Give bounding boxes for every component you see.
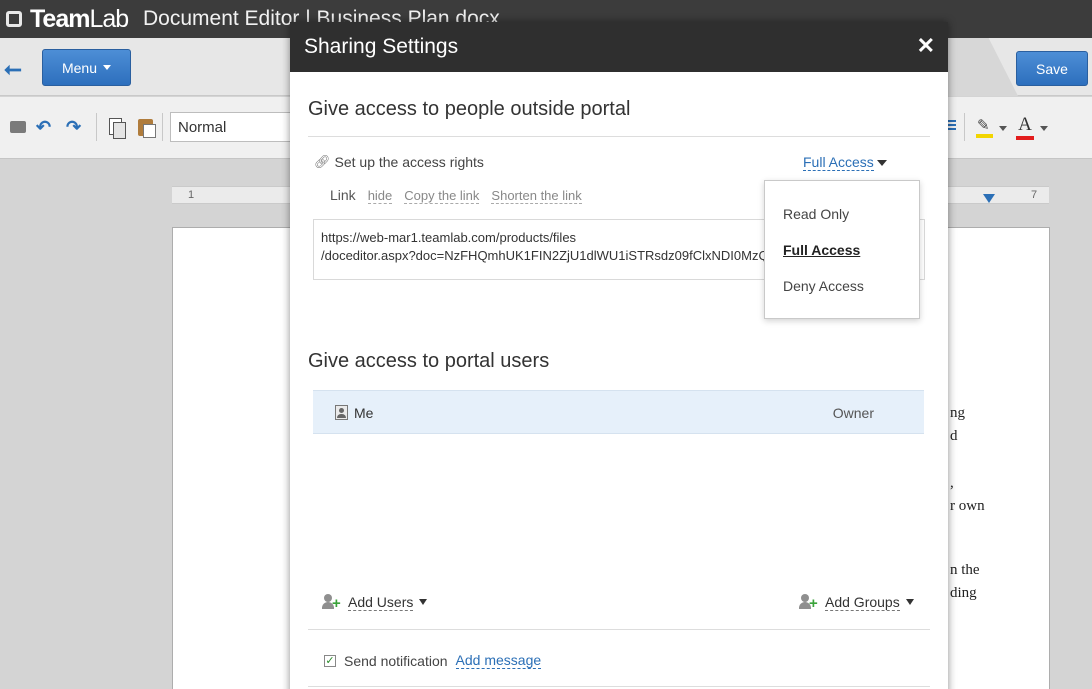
chevron-down-icon: [103, 65, 112, 70]
redo-icon[interactable]: ↷: [66, 117, 86, 137]
portal-access-title: Give access to portal users: [308, 350, 550, 372]
link-icon: 🔗︎: [314, 154, 331, 169]
toolbar-divider: [96, 113, 97, 141]
send-notification-label: Send notification: [344, 652, 448, 669]
user-name: Me: [354, 405, 374, 421]
add-groups-button[interactable]: Add Groups: [825, 594, 900, 611]
back-arrow-icon[interactable]: ⭠: [4, 56, 22, 82]
chevron-down-icon[interactable]: [419, 599, 428, 605]
ruler-label-end: 7: [1031, 189, 1038, 201]
link-label: Link: [330, 187, 356, 203]
chevron-down-icon[interactable]: [877, 160, 887, 166]
copy-icon[interactable]: [106, 117, 126, 139]
close-icon[interactable]: ✕: [917, 33, 935, 59]
ruler-label-start: 1: [188, 189, 195, 201]
option-full-access[interactable]: Full Access: [783, 242, 860, 258]
access-rights-dropdown: Read Only Full Access Deny Access: [764, 180, 920, 319]
chevron-down-icon[interactable]: [905, 599, 914, 605]
access-rights-label: Set up the access rights: [334, 154, 484, 170]
add-user-icon: +: [322, 593, 342, 611]
logo-text-prefix: Team: [30, 4, 90, 33]
option-deny-access[interactable]: Deny Access: [783, 278, 864, 294]
document-text-fragment: r own: [950, 498, 985, 514]
paragraph-style-select[interactable]: Normal: [170, 112, 292, 142]
teamlab-logo: TeamLab: [4, 4, 129, 33]
user-row[interactable]: Me Owner: [313, 390, 924, 434]
font-color-icon[interactable]: A: [1015, 114, 1035, 140]
document-text-fragment: d: [950, 428, 958, 444]
print-icon[interactable]: [8, 117, 28, 137]
teamlab-logo-icon: [4, 9, 24, 29]
menu-button-label: Menu: [61, 59, 98, 76]
send-notification-checkbox[interactable]: ✓: [324, 654, 336, 667]
toolbar-divider: [162, 113, 163, 141]
add-group-icon: +: [799, 593, 819, 611]
paste-icon[interactable]: [136, 117, 156, 138]
document-text-fragment: ding: [950, 585, 977, 601]
toolbar-divider: [964, 113, 965, 141]
menu-button[interactable]: Menu: [42, 49, 131, 86]
add-users-button[interactable]: Add Users: [348, 594, 414, 611]
option-read-only[interactable]: Read Only: [783, 206, 849, 222]
outside-access-title: Give access to people outside portal: [308, 98, 631, 120]
dialog-header: Sharing Settings ✕: [290, 22, 948, 72]
add-groups-control[interactable]: + Add Groups: [799, 593, 914, 611]
chevron-down-icon[interactable]: [999, 126, 1007, 131]
access-rights-row: 🔗︎ Set up the access rights: [314, 154, 484, 170]
user-icon: [335, 405, 348, 420]
access-rights-selector[interactable]: Full Access: [803, 154, 874, 171]
logo-text-suffix: Lab: [89, 4, 129, 33]
document-text-fragment: ,: [950, 475, 954, 491]
document-text-fragment: ng: [950, 405, 965, 421]
divider: [308, 136, 930, 137]
sharing-settings-dialog: Sharing Settings ✕ Give access to people…: [290, 22, 948, 689]
add-message-link[interactable]: Add message: [455, 652, 542, 669]
copy-link-button[interactable]: Copy the link: [404, 188, 480, 204]
dialog-title: Sharing Settings: [304, 35, 459, 58]
hide-link-button[interactable]: hide: [367, 188, 393, 204]
highlight-color-icon[interactable]: [976, 116, 994, 138]
chevron-down-icon[interactable]: [1040, 126, 1048, 131]
notification-row: ✓ Send notification Add message: [324, 652, 542, 669]
divider: [308, 686, 930, 687]
link-options-row: Link hide Copy the link Shorten the link: [330, 187, 582, 204]
save-button[interactable]: Save: [1016, 51, 1088, 86]
user-role: Owner: [832, 405, 874, 421]
add-users-control[interactable]: + Add Users: [322, 593, 428, 611]
divider: [308, 629, 930, 630]
ruler-indent-marker[interactable]: [983, 194, 995, 203]
shorten-link-button[interactable]: Shorten the link: [491, 188, 582, 204]
undo-icon[interactable]: ↶: [36, 117, 56, 137]
document-text-fragment: n the: [950, 562, 980, 578]
